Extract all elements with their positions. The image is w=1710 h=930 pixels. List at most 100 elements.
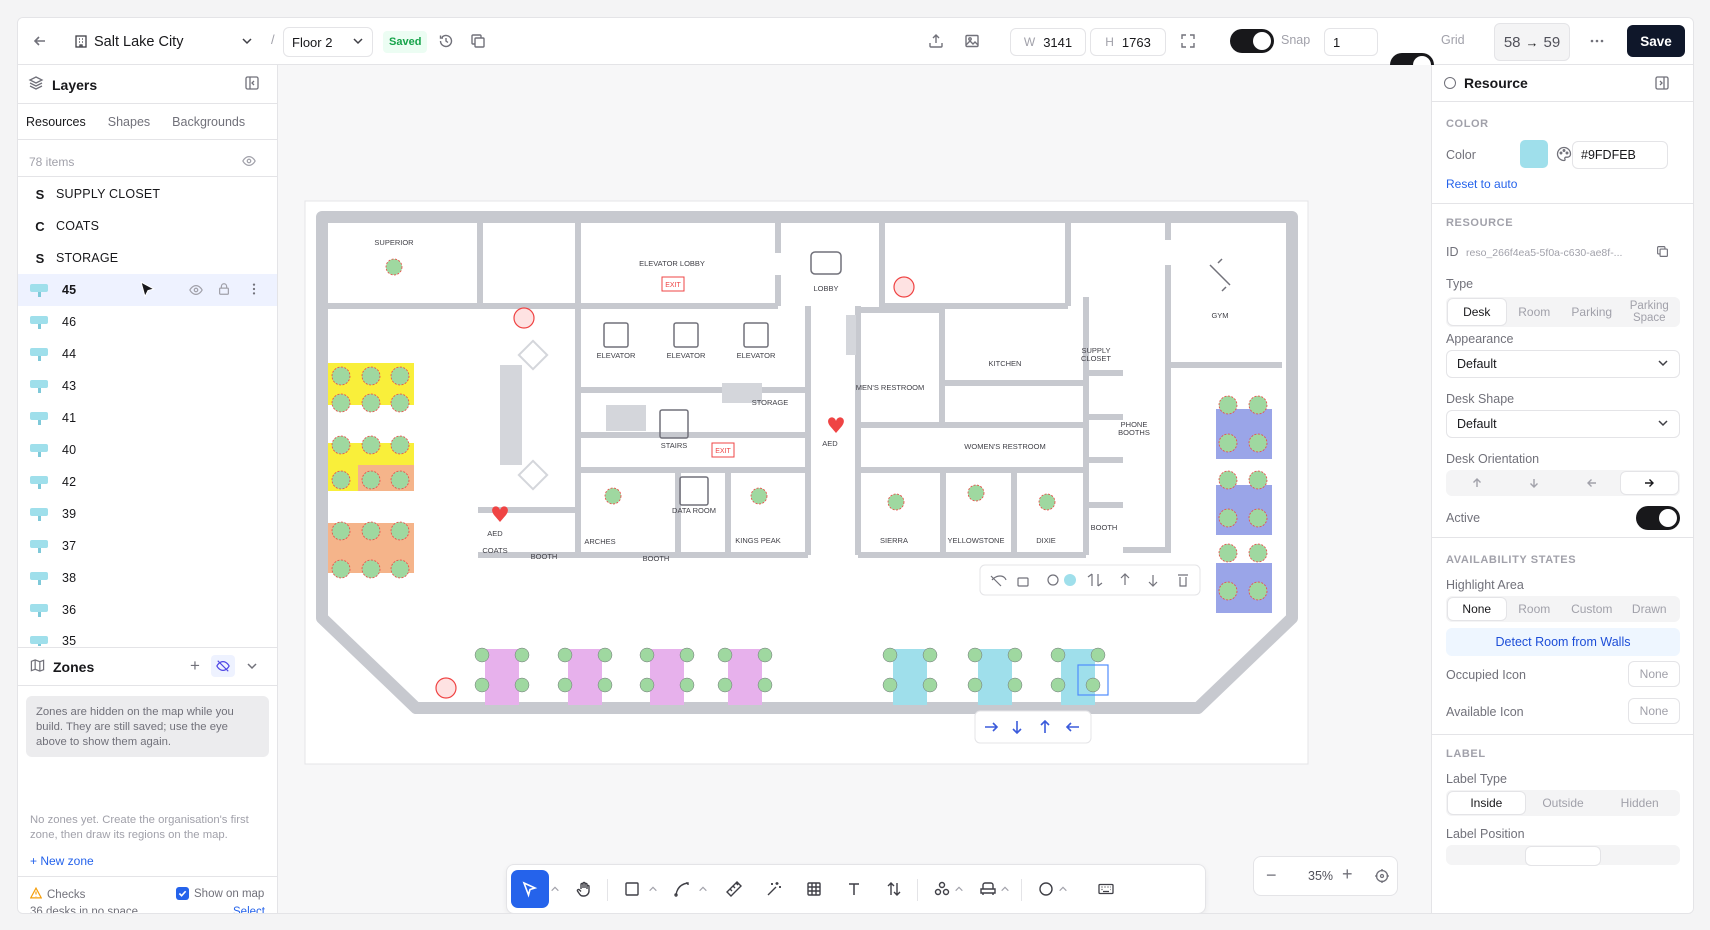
recenter-icon[interactable] xyxy=(1374,868,1390,887)
type-parking[interactable]: Parking xyxy=(1563,299,1621,325)
width-field[interactable]: W 3141 xyxy=(1010,28,1086,56)
active-toggle[interactable] xyxy=(1636,506,1680,530)
select-tool-icon[interactable] xyxy=(511,870,549,908)
chevron-up-icon[interactable] xyxy=(1055,874,1071,904)
text-tool-icon[interactable] xyxy=(839,874,869,904)
detect-room-button[interactable]: Detect Room from Walls xyxy=(1446,628,1680,656)
duplicate-icon[interactable] xyxy=(464,27,492,55)
label-hidden[interactable]: Hidden xyxy=(1601,792,1678,814)
map-icon xyxy=(30,658,45,676)
type-parking-space[interactable]: Parking Space xyxy=(1621,299,1679,325)
color-swatch[interactable] xyxy=(1520,140,1548,168)
arrow-left-icon[interactable] xyxy=(1563,472,1621,494)
chevron-up-icon[interactable] xyxy=(695,874,711,904)
table-tool-icon[interactable] xyxy=(799,874,829,904)
height-field[interactable]: H 1763 xyxy=(1090,28,1166,56)
zones-hidden-icon[interactable] xyxy=(211,655,235,677)
show-on-map-checkbox[interactable]: Show on map xyxy=(176,887,264,900)
layer-item[interactable]: 35 xyxy=(18,626,277,646)
palette-icon[interactable] xyxy=(1556,146,1572,165)
layer-item[interactable]: 46 xyxy=(18,306,277,338)
chevron-up-icon[interactable] xyxy=(951,874,967,904)
new-zone-link[interactable]: + New zone xyxy=(30,854,94,868)
copy-icon[interactable] xyxy=(1656,245,1669,261)
highlight-none[interactable]: None xyxy=(1448,598,1506,620)
fit-screen-icon[interactable] xyxy=(1174,27,1202,55)
chevron-up-icon[interactable] xyxy=(997,874,1013,904)
label-position-segmented[interactable] xyxy=(1446,845,1680,865)
tab-backgrounds[interactable]: Backgrounds xyxy=(172,115,245,129)
layer-item[interactable]: 38 xyxy=(18,562,277,594)
tab-resources[interactable]: Resources xyxy=(26,115,86,129)
label-inside[interactable]: Inside xyxy=(1448,792,1525,814)
layer-name: 35 xyxy=(62,634,77,646)
layer-item[interactable]: 44 xyxy=(18,338,277,370)
map-canvas[interactable]: SUPERIOR ELEVATOR LOBBY LOBBY GYM ELEVAT… xyxy=(278,65,1431,914)
collapse-panel-icon[interactable] xyxy=(1654,75,1670,94)
ruler-tool-icon[interactable] xyxy=(719,874,749,904)
layer-item[interactable]: 40 xyxy=(18,434,277,466)
chevron-down-icon xyxy=(352,35,364,50)
more-icon[interactable] xyxy=(1583,27,1611,55)
highlight-drawn[interactable]: Drawn xyxy=(1621,598,1679,620)
snap-value-input[interactable]: 1 xyxy=(1324,28,1378,56)
layer-item[interactable]: S SUPPLY CLOSET xyxy=(18,178,277,210)
keyboard-icon[interactable] xyxy=(1091,874,1121,904)
desk-shape-dropdown[interactable]: Default xyxy=(1446,410,1680,438)
available-icon-select[interactable]: None xyxy=(1628,698,1680,724)
more-vertical-icon[interactable] xyxy=(247,282,261,299)
layer-item[interactable]: 42 xyxy=(18,466,277,498)
svg-text:SIERRA: SIERRA xyxy=(880,536,908,545)
label-outside[interactable]: Outside xyxy=(1525,792,1602,814)
arrow-right-icon[interactable] xyxy=(1620,472,1678,494)
layer-item[interactable]: S STORAGE xyxy=(18,242,277,274)
arrow-up-icon[interactable] xyxy=(1448,472,1506,494)
back-icon[interactable] xyxy=(26,27,54,55)
appearance-dropdown[interactable]: Default xyxy=(1446,350,1680,378)
pen-tool-icon[interactable] xyxy=(667,874,697,904)
visibility-icon[interactable] xyxy=(189,283,203,300)
collapse-panel-icon[interactable] xyxy=(244,75,260,94)
add-zone-icon[interactable]: + xyxy=(190,657,200,674)
lock-icon[interactable] xyxy=(217,282,231,299)
floor-name: Floor 2 xyxy=(292,34,333,50)
save-button[interactable]: Save xyxy=(1627,25,1685,57)
occupied-icon-select[interactable]: None xyxy=(1628,661,1680,687)
location-selector[interactable]: Salt Lake City xyxy=(74,27,253,57)
zoom-out-icon[interactable]: − xyxy=(1266,866,1277,884)
hand-tool-icon[interactable] xyxy=(569,874,599,904)
image-icon[interactable] xyxy=(958,27,986,55)
chevron-down-icon[interactable] xyxy=(246,660,258,675)
layer-item[interactable]: 41 xyxy=(18,402,277,434)
color-hex-input[interactable]: #9FDFEB xyxy=(1572,141,1668,169)
layer-item[interactable]: 39 xyxy=(18,498,277,530)
chevron-up-icon[interactable] xyxy=(547,874,563,904)
floor-plan[interactable]: SUPERIOR ELEVATOR LOBBY LOBBY GYM ELEVAT… xyxy=(278,65,1431,914)
history-icon[interactable] xyxy=(432,27,460,55)
drawing-toolbar xyxy=(506,864,1206,913)
highlight-room[interactable]: Room xyxy=(1506,598,1564,620)
rectangle-tool-icon[interactable] xyxy=(617,874,647,904)
snap-toggle[interactable] xyxy=(1230,29,1274,53)
export-icon[interactable] xyxy=(922,27,950,55)
layers-tabs: Resources Shapes Backgrounds xyxy=(26,115,245,129)
layer-item[interactable]: 37 xyxy=(18,530,277,562)
layer-item[interactable]: 36 xyxy=(18,594,277,626)
layer-item-selected[interactable]: 45 xyxy=(18,274,277,306)
layer-item[interactable]: 43 xyxy=(18,370,277,402)
type-room[interactable]: Room xyxy=(1506,299,1564,325)
sort-tool-icon[interactable] xyxy=(879,874,909,904)
tab-shapes[interactable]: Shapes xyxy=(108,115,150,129)
floor-selector[interactable]: Floor 2 xyxy=(283,27,373,57)
eye-icon[interactable] xyxy=(242,154,256,171)
highlight-custom[interactable]: Custom xyxy=(1563,598,1621,620)
reset-color-link[interactable]: Reset to auto xyxy=(1446,177,1517,191)
type-desk[interactable]: Desk xyxy=(1448,299,1506,325)
chevron-up-icon[interactable] xyxy=(645,874,661,904)
select-link[interactable]: Select xyxy=(233,906,265,913)
layer-item[interactable]: C COATS xyxy=(18,210,277,242)
magic-wand-icon[interactable] xyxy=(759,874,789,904)
zoom-in-icon[interactable]: + xyxy=(1342,865,1353,883)
svg-text:BOOTH: BOOTH xyxy=(643,554,670,563)
arrow-down-icon[interactable] xyxy=(1506,472,1564,494)
